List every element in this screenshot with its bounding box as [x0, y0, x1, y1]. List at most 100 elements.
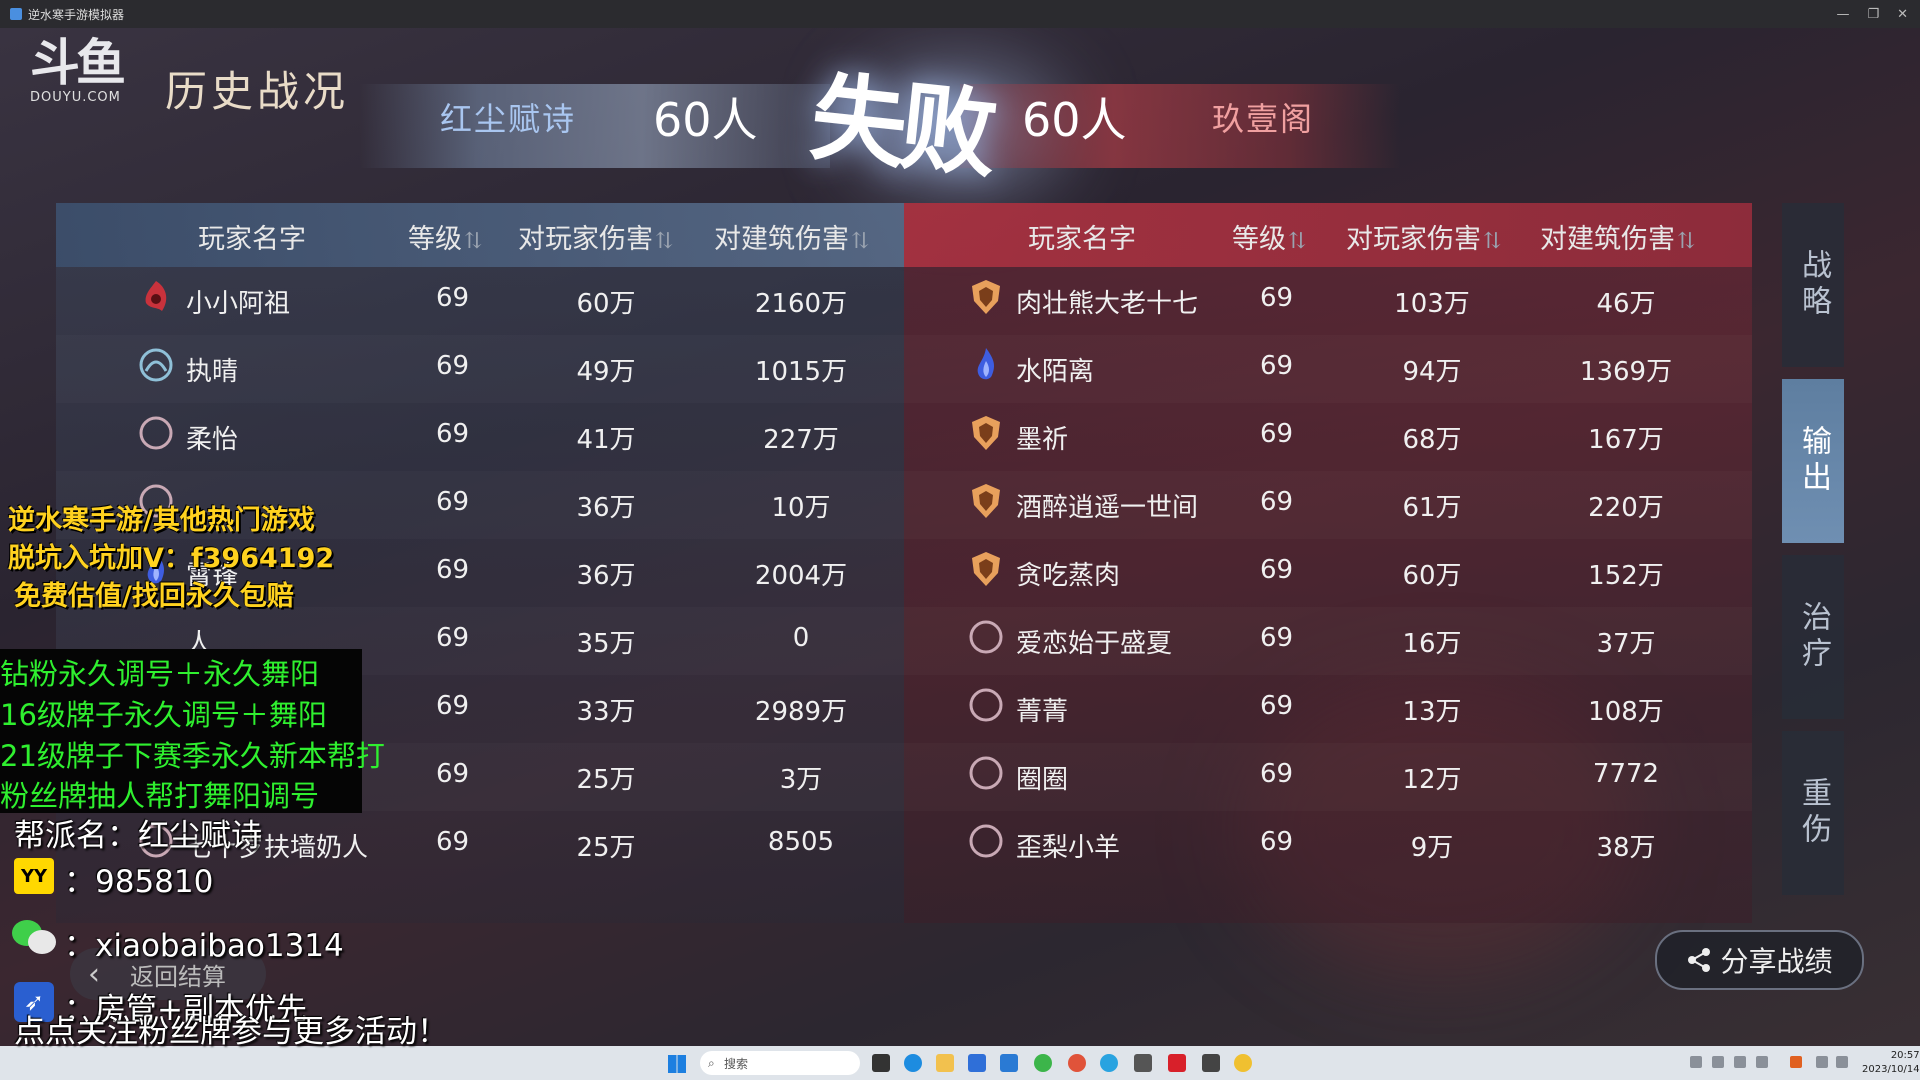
building-damage: 1369万 — [1579, 357, 1673, 387]
clock-time: 20:57 — [1890, 1050, 1920, 1061]
player-damage: 60万 — [1402, 561, 1462, 591]
player-row[interactable]: 歪梨小羊 69 9万 38万 — [904, 811, 1752, 879]
col-level-sort[interactable]: 等级⇅ — [1232, 217, 1306, 256]
player-damage: 60万 — [576, 289, 636, 319]
building-damage: 1015万 — [754, 357, 848, 387]
restore-icon[interactable]: ❐ — [1867, 7, 1879, 22]
tab-output[interactable]: 输出 — [1782, 379, 1844, 543]
file-explorer-icon[interactable] — [936, 1054, 954, 1072]
player-row[interactable]: 贪吃蒸肉 69 60万 152万 — [904, 539, 1752, 607]
player-row[interactable]: 圈圈 69 12万 7772 — [904, 743, 1752, 811]
windows-start-icon[interactable] — [668, 1055, 686, 1073]
player-level: 69 — [1260, 487, 1294, 517]
player-damage: 9万 — [1410, 833, 1454, 863]
player-row[interactable]: 肉壮熊大老十七 69 103万 46万 — [904, 267, 1752, 335]
game-app-icon[interactable] — [1202, 1054, 1220, 1072]
taskbar-clock[interactable]: 20:57 2023/10/14 — [1862, 1049, 1920, 1077]
share-results-button[interactable]: 分享战绩 — [1655, 930, 1864, 990]
tray-mic-icon[interactable] — [1734, 1056, 1746, 1068]
taskbar: ⌕ 搜索 20:57 2023/10/14 — [0, 1046, 1920, 1080]
player-damage: 13万 — [1402, 697, 1462, 727]
player-row[interactable]: 柔怡 69 41万 227万 — [56, 403, 904, 471]
player-level: 69 — [436, 827, 470, 857]
tray-volume-icon[interactable] — [1836, 1056, 1848, 1068]
right-table-header: 玩家名字 等级⇅ 对玩家伤害⇅ 对建筑伤害⇅ — [904, 203, 1752, 267]
player-row[interactable]: 酒醉逍遥一世间 69 61万 220万 — [904, 471, 1752, 539]
wechat-icon — [12, 918, 56, 958]
col-building-damage-sort[interactable]: 对建筑伤害⇅ — [714, 217, 869, 256]
player-name: 圈圈 — [1016, 765, 1069, 795]
overlay-guild-line: 帮派名：红尘赋诗 — [14, 818, 262, 854]
player-damage: 16万 — [1402, 629, 1462, 659]
minimize-icon[interactable]: — — [1836, 7, 1849, 22]
player-name: 水陌离 — [1016, 357, 1095, 387]
player-damage: 94万 — [1402, 357, 1462, 387]
player-level: 69 — [436, 351, 470, 381]
tray-app-icon[interactable] — [1790, 1056, 1802, 1068]
app-icon[interactable] — [1234, 1054, 1252, 1072]
col-player-damage-label: 对玩家伤害 — [518, 224, 653, 255]
overlay-wechat-line: ：xiaobaibao1314 — [64, 928, 344, 964]
player-row[interactable]: 小小阿祖 69 60万 2160万 — [56, 267, 904, 335]
tab-injury[interactable]: 重伤 — [1782, 731, 1844, 895]
promo-line: 21级牌子下赛季永久新本帮打 — [0, 739, 385, 773]
store-icon[interactable] — [968, 1054, 986, 1072]
mail-icon[interactable] — [1000, 1054, 1018, 1072]
player-row[interactable]: 水陌离 69 94万 1369万 — [904, 335, 1752, 403]
col-building-damage-label: 对建筑伤害 — [1540, 224, 1675, 255]
game-app-icon[interactable] — [1134, 1054, 1152, 1072]
building-damage: 227万 — [763, 425, 839, 455]
player-damage: 12万 — [1402, 765, 1462, 795]
app-icon[interactable] — [1068, 1054, 1086, 1072]
task-view-icon[interactable] — [872, 1054, 890, 1072]
player-level: 69 — [436, 419, 470, 449]
building-damage: 2004万 — [754, 561, 848, 591]
building-damage: 220万 — [1588, 493, 1664, 523]
app-icon[interactable] — [1100, 1054, 1118, 1072]
tray-network-icon[interactable] — [1712, 1056, 1724, 1068]
player-name: 执晴 — [186, 357, 239, 387]
tab-healing[interactable]: 治疗 — [1782, 555, 1844, 719]
window-title: 逆水寒手游模拟器 — [28, 7, 125, 22]
promo-line: 钻粉永久调号＋永久舞阳 — [0, 657, 320, 691]
tab-label: 重伤 — [1796, 777, 1831, 849]
edge-browser-icon[interactable] — [904, 1054, 922, 1072]
player-row[interactable]: 墨祈 69 68万 167万 — [904, 403, 1752, 471]
tray-ime-icon[interactable] — [1756, 1056, 1768, 1068]
tray-chevron-icon[interactable] — [1690, 1056, 1702, 1068]
player-damage: 41万 — [576, 425, 636, 455]
player-row[interactable]: 菁菁 69 13万 108万 — [904, 675, 1752, 743]
col-player-damage-sort[interactable]: 对玩家伤害⇅ — [518, 217, 673, 256]
player-name: 菁菁 — [1016, 697, 1069, 727]
overlay-yy-line: ：985810 — [64, 864, 214, 900]
player-level: 69 — [436, 623, 470, 653]
tab-strategy[interactable]: 战略 — [1782, 203, 1844, 367]
col-building-damage-sort[interactable]: 对建筑伤害⇅ — [1540, 217, 1695, 256]
player-level: 69 — [436, 759, 470, 789]
player-name: 酒醉逍遥一世间 — [1016, 493, 1199, 523]
col-player-damage-sort[interactable]: 对玩家伤害⇅ — [1346, 217, 1501, 256]
left-team-banner — [360, 84, 830, 168]
promo-line: 免费估值/找回永久包赔 — [14, 581, 294, 612]
taskbar-search-input[interactable]: ⌕ 搜索 — [700, 1051, 860, 1075]
wechat-app-icon[interactable] — [1034, 1054, 1052, 1072]
tray-display-icon[interactable] — [1816, 1056, 1828, 1068]
netease-music-icon[interactable] — [1168, 1054, 1186, 1072]
sort-icon: ⇅ — [1288, 229, 1307, 254]
col-player-damage-label: 对玩家伤害 — [1346, 224, 1481, 255]
promo-line: 16级牌子永久调号＋舞阳 — [0, 698, 327, 732]
right-player-count: 60人 — [1022, 93, 1127, 147]
col-building-damage-label: 对建筑伤害 — [714, 224, 849, 255]
clock-date: 2023/10/14 — [1862, 1064, 1920, 1075]
moon-class-icon — [136, 413, 176, 453]
search-icon: ⌕ — [708, 1055, 715, 1070]
player-row[interactable]: 爱恋始于盛夏 69 16万 37万 — [904, 607, 1752, 675]
col-level-sort[interactable]: 等级⇅ — [408, 217, 482, 256]
building-damage: 10万 — [771, 493, 831, 523]
tab-label: 输出 — [1796, 425, 1831, 497]
promo-line: 逆水寒手游/其他热门游戏 — [8, 505, 315, 536]
player-damage: 25万 — [576, 765, 636, 795]
player-damage: 36万 — [576, 493, 636, 523]
close-icon[interactable]: ✕ — [1897, 7, 1908, 22]
player-row[interactable]: 执晴 69 49万 1015万 — [56, 335, 904, 403]
